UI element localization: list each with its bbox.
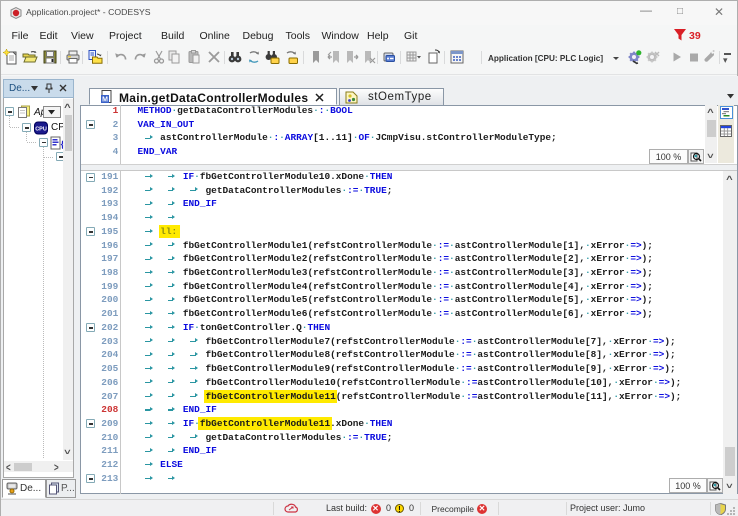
svg-text:CPU: CPU	[35, 126, 47, 132]
svg-text:M: M	[102, 97, 108, 104]
